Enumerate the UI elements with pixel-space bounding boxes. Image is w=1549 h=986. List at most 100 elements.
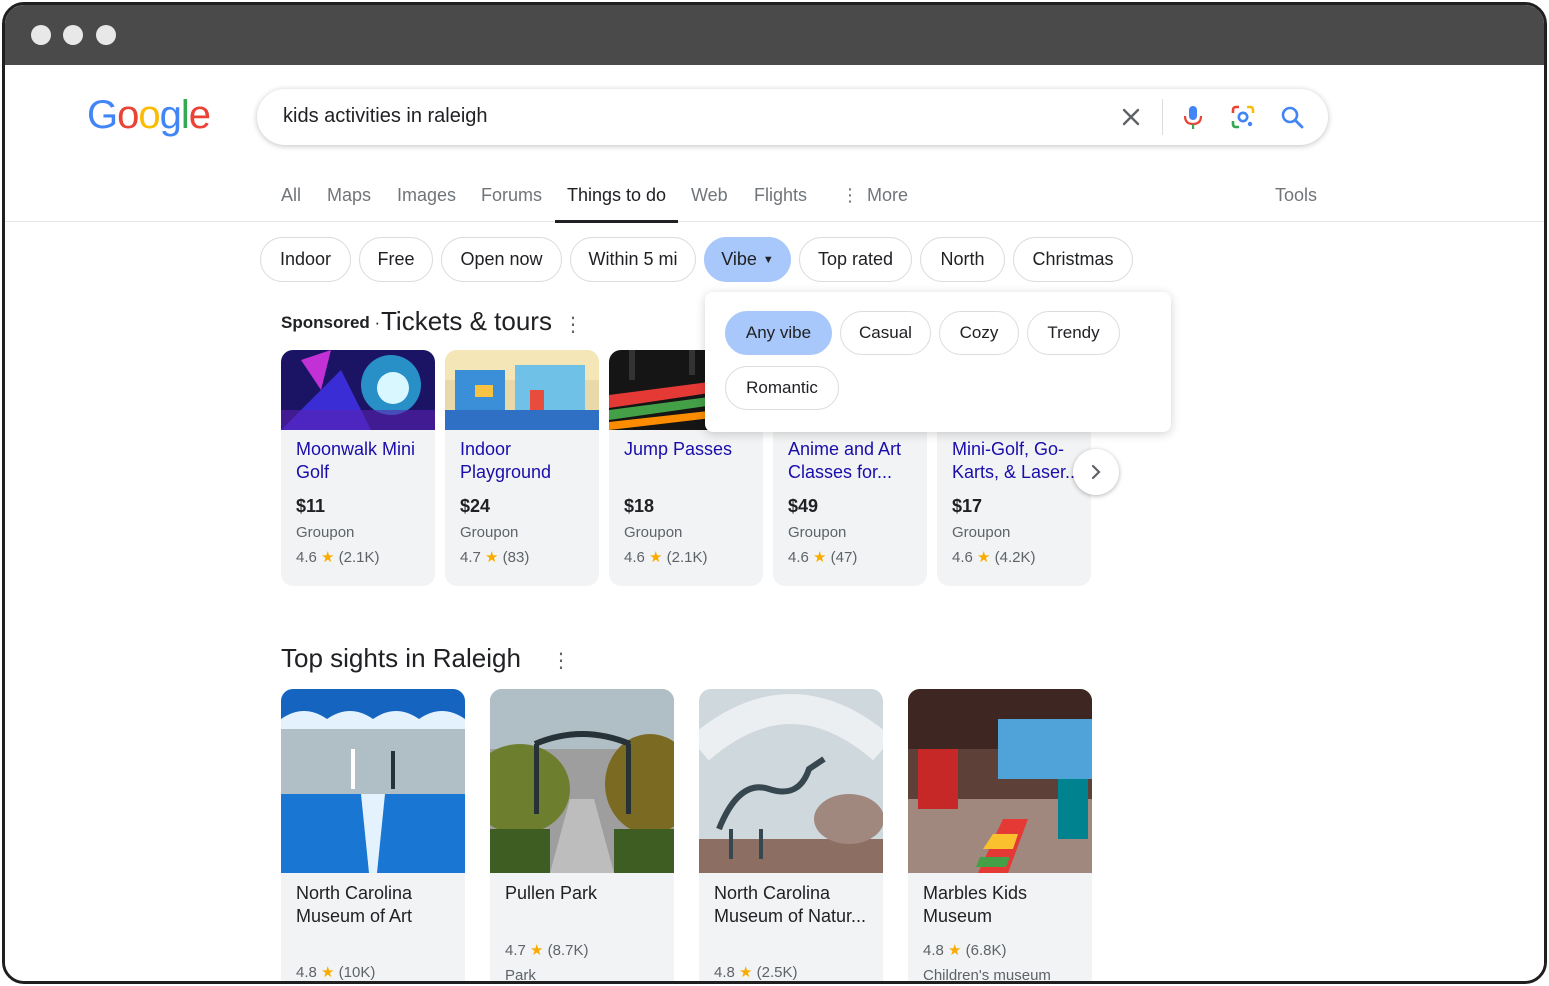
- review-count: (2.1K): [338, 549, 380, 566]
- rating-value: 4.6: [296, 549, 317, 566]
- star-icon: ★: [977, 549, 991, 566]
- ticket-price: $11: [296, 496, 326, 516]
- sight-image: [490, 689, 674, 873]
- chip-open-now[interactable]: Open now: [441, 237, 562, 282]
- vibe-option-casual[interactable]: Casual: [840, 311, 931, 355]
- review-count: (2.5K): [756, 964, 798, 981]
- chip-north[interactable]: North: [920, 237, 1005, 282]
- ticket-image: [281, 350, 435, 430]
- tab-more-label: More: [867, 185, 909, 205]
- ticket-name[interactable]: Indoor Playground: [460, 438, 590, 484]
- sight-card[interactable]: North Carolina Museum of Art 4.8 ★ (10K): [281, 689, 465, 981]
- ticket-name[interactable]: Moonwalk Mini Golf: [296, 438, 426, 484]
- sight-rating: 4.8 ★ (6.8K): [923, 941, 1007, 959]
- carousel-next-button[interactable]: [1073, 449, 1119, 495]
- ticket-card[interactable]: Indoor Playground $24 Groupon 4.7 ★ (83): [445, 350, 599, 586]
- chip-top-rated[interactable]: Top rated: [799, 237, 912, 282]
- ticket-vendor: Groupon: [952, 524, 1011, 541]
- sight-rating: 4.7 ★ (8.7K): [505, 941, 589, 959]
- logo-letter: o: [117, 93, 139, 137]
- sight-image: [281, 689, 465, 873]
- star-icon: ★: [321, 549, 335, 566]
- ticket-image: [445, 350, 599, 430]
- vibe-dropdown: Any vibe Casual Cozy Trendy Romantic: [705, 292, 1171, 432]
- logo-letter: l: [180, 93, 190, 137]
- sponsored-label: Sponsored ·: [281, 313, 380, 333]
- kebab-menu-icon[interactable]: ⋮: [563, 315, 583, 335]
- vibe-option-trendy[interactable]: Trendy: [1027, 311, 1120, 355]
- sight-name[interactable]: Pullen Park: [505, 882, 665, 905]
- search-results-page: Google kids activities in raleigh All Ma…: [5, 65, 1544, 981]
- review-count: (47): [830, 549, 858, 566]
- tab-all[interactable]: All: [281, 185, 301, 222]
- rating-value: 4.8: [296, 964, 317, 981]
- window-minimize-dot[interactable]: [63, 25, 83, 45]
- tab-more[interactable]: ⋮ More: [841, 185, 908, 222]
- sights-title: Top sights in Raleigh: [281, 643, 521, 673]
- rating-value: 4.8: [714, 964, 735, 981]
- chip-free[interactable]: Free: [359, 237, 433, 282]
- rating-value: 4.6: [952, 549, 973, 566]
- chip-christmas[interactable]: Christmas: [1013, 237, 1133, 282]
- search-box[interactable]: kids activities in raleigh: [257, 89, 1328, 145]
- ticket-vendor: Groupon: [624, 524, 683, 541]
- sight-card[interactable]: Pullen Park 4.7 ★ (8.7K) Park: [490, 689, 674, 981]
- kebab-menu-icon[interactable]: ⋮: [551, 651, 571, 671]
- browser-window: Google kids activities in raleigh All Ma…: [2, 2, 1547, 984]
- chip-within-5-mi[interactable]: Within 5 mi: [570, 237, 696, 282]
- caret-down-icon: ▼: [762, 253, 774, 266]
- camera-lens-icon[interactable]: [1229, 103, 1257, 131]
- star-icon: ★: [813, 549, 827, 566]
- vibe-option-romantic[interactable]: Romantic: [725, 366, 839, 410]
- ticket-price: $24: [460, 496, 491, 516]
- search-tabs: All Maps Images Forums Things to do Web …: [5, 175, 1544, 223]
- window-maximize-dot[interactable]: [96, 25, 116, 45]
- separator-dot: ·: [374, 313, 381, 332]
- review-count: (10K): [338, 964, 376, 981]
- ticket-price: $17: [952, 496, 983, 516]
- sight-image: [699, 689, 883, 873]
- tab-things-to-do[interactable]: Things to do: [554, 185, 679, 223]
- sight-name[interactable]: North Carolina Museum of Natur...: [714, 882, 874, 928]
- chip-vibe[interactable]: Vibe ▼: [704, 237, 791, 282]
- sight-type: Park: [505, 967, 536, 981]
- review-count: (2.1K): [666, 549, 708, 566]
- star-icon: ★: [485, 549, 499, 566]
- window-close-dot[interactable]: [31, 25, 51, 45]
- sponsored-text: Sponsored: [281, 313, 370, 332]
- ticket-name[interactable]: Jump Passes: [624, 438, 754, 461]
- star-icon: ★: [948, 942, 962, 959]
- search-icon[interactable]: [1278, 103, 1306, 131]
- close-icon[interactable]: [1117, 103, 1145, 131]
- ticket-rating: 4.7 ★ (83): [460, 548, 529, 566]
- tab-images[interactable]: Images: [397, 185, 456, 222]
- sight-card[interactable]: Marbles Kids Museum 4.8 ★ (6.8K) Childre…: [908, 689, 1092, 981]
- window-titlebar: [5, 5, 1544, 65]
- chip-indoor[interactable]: Indoor: [260, 237, 351, 282]
- tab-maps[interactable]: Maps: [327, 185, 371, 222]
- sight-name[interactable]: North Carolina Museum of Art: [296, 882, 456, 928]
- tab-forums[interactable]: Forums: [481, 185, 542, 222]
- sight-card[interactable]: North Carolina Museum of Natur... 4.8 ★ …: [699, 689, 883, 981]
- ticket-name[interactable]: Mini-Golf, Go-Karts, & Laser...: [952, 438, 1082, 484]
- search-input[interactable]: kids activities in raleigh: [283, 105, 488, 128]
- tab-web[interactable]: Web: [691, 185, 728, 222]
- search-divider: [1162, 99, 1163, 135]
- tools-button[interactable]: Tools: [1275, 185, 1317, 222]
- microphone-icon[interactable]: [1179, 103, 1207, 131]
- rating-value: 4.7: [505, 942, 526, 959]
- logo-letter: e: [188, 93, 211, 137]
- ticket-vendor: Groupon: [788, 524, 847, 541]
- sight-name[interactable]: Marbles Kids Museum: [923, 882, 1083, 928]
- google-logo[interactable]: Google: [87, 93, 211, 138]
- ticket-name[interactable]: Anime and Art Classes for...: [788, 438, 918, 484]
- rating-value: 4.7: [460, 549, 481, 566]
- rating-value: 4.6: [788, 549, 809, 566]
- ticket-price: $49: [788, 496, 819, 516]
- rating-value: 4.8: [923, 942, 944, 959]
- tab-flights[interactable]: Flights: [754, 185, 807, 222]
- tickets-title: Tickets & tours: [381, 306, 552, 336]
- vibe-option-cozy[interactable]: Cozy: [939, 311, 1019, 355]
- vibe-option-any-vibe[interactable]: Any vibe: [725, 311, 832, 355]
- ticket-card[interactable]: Moonwalk Mini Golf $11 Groupon 4.6 ★ (2.…: [281, 350, 435, 586]
